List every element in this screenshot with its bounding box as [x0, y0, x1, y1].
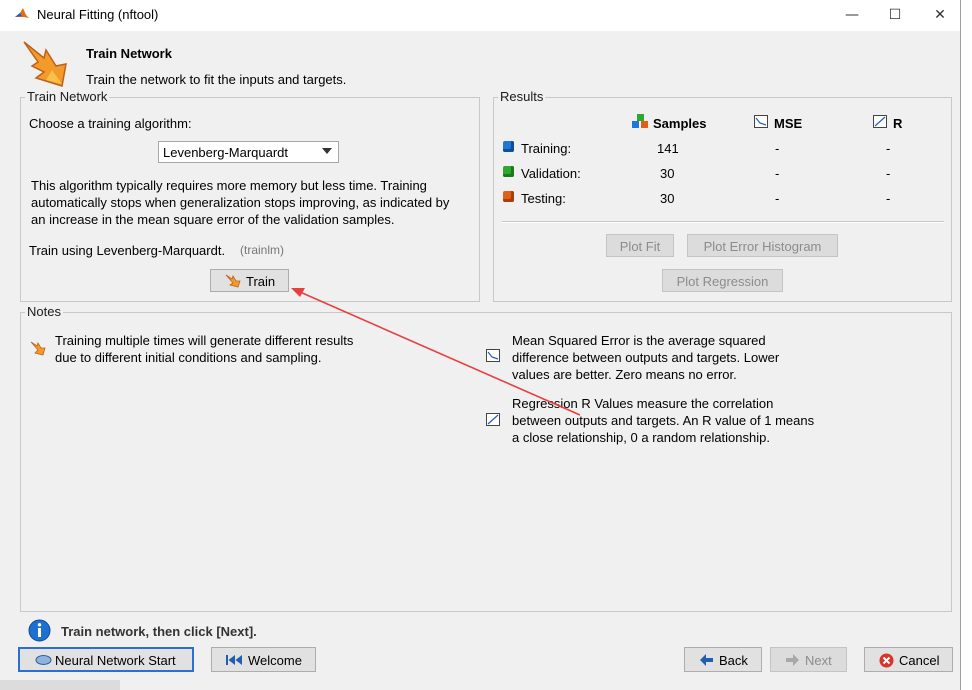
annotation-arrow	[291, 288, 581, 416]
background-window-strip	[0, 680, 120, 690]
